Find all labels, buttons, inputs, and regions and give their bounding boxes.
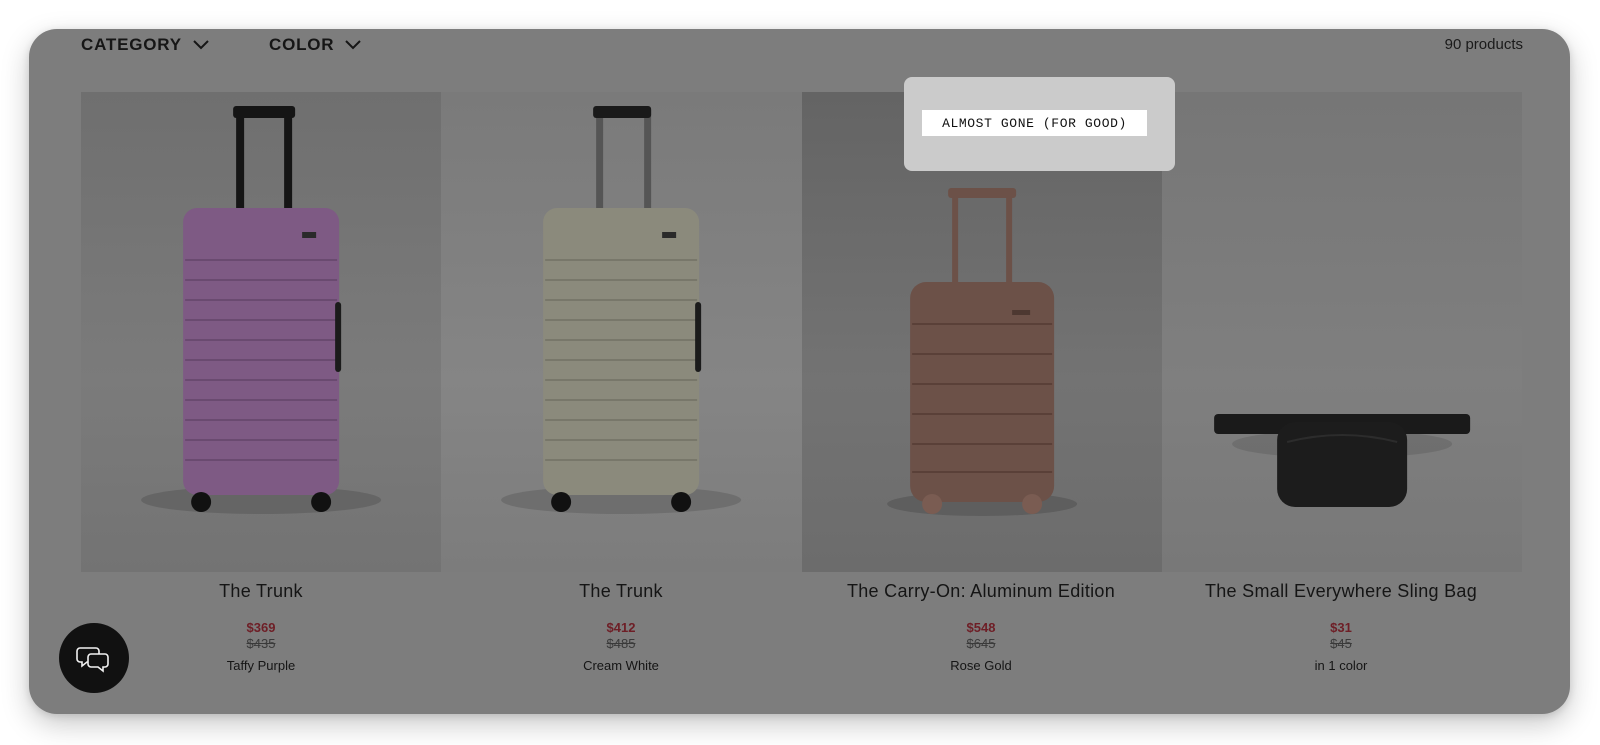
chevron-down-icon — [345, 40, 362, 50]
category-filter-label: CATEGORY — [81, 35, 182, 54]
sale-price: $412 — [606, 620, 636, 635]
sale-price: $548 — [966, 620, 996, 635]
almost-gone-badge: ALMOST GONE (FOR GOOD) — [922, 110, 1147, 136]
sling-bag-image — [1213, 414, 1470, 507]
color-variant: in 1 color — [1314, 658, 1368, 673]
chevron-down-icon — [193, 40, 209, 50]
sale-price: $31 — [1330, 620, 1352, 635]
color-filter-label: COLOR — [269, 35, 335, 54]
color-variant: Taffy Purple — [226, 658, 296, 673]
original-price: $485 — [606, 636, 636, 651]
original-price: $645 — [966, 636, 996, 651]
color-variant: Rose Gold — [950, 658, 1012, 673]
product-count: 90 products — [1444, 36, 1523, 53]
product-card-1[interactable]: The Trunk $369 $435 Taffy Purple — [81, 581, 441, 673]
product-name: The Carry-On: Aluminum Edition — [846, 581, 1116, 601]
product-name: The Small Everywhere Sling Bag — [1204, 581, 1478, 601]
sale-price: $369 — [246, 620, 276, 635]
color-filter[interactable]: COLOR — [269, 35, 362, 55]
dimmed-page: CATEGORY COLOR 90 products The Trunk $36… — [29, 29, 1570, 714]
category-filter[interactable]: CATEGORY — [81, 35, 210, 55]
trunk-luggage-image — [141, 106, 382, 514]
product-image-1[interactable] — [81, 92, 442, 572]
original-price: $435 — [246, 636, 276, 651]
chat-button[interactable] — [59, 623, 129, 693]
product-card-2[interactable]: The Trunk $412 $485 Cream White — [441, 581, 801, 673]
chat-bubbles-icon — [76, 647, 109, 673]
color-variant: Cream White — [583, 658, 659, 673]
product-card-3[interactable]: The Carry-On: Aluminum Edition $548 $645… — [801, 581, 1161, 673]
trunk-luggage-image — [501, 106, 742, 514]
product-name: The Trunk — [579, 581, 663, 601]
product-image-4[interactable] — [1161, 92, 1522, 572]
product-name: The Trunk — [219, 581, 303, 601]
product-grid — [81, 92, 1522, 572]
product-card-4[interactable]: The Small Everywhere Sling Bag $31 $45 i… — [1161, 581, 1521, 673]
original-price: $45 — [1330, 636, 1352, 651]
product-image-2[interactable] — [441, 92, 802, 572]
